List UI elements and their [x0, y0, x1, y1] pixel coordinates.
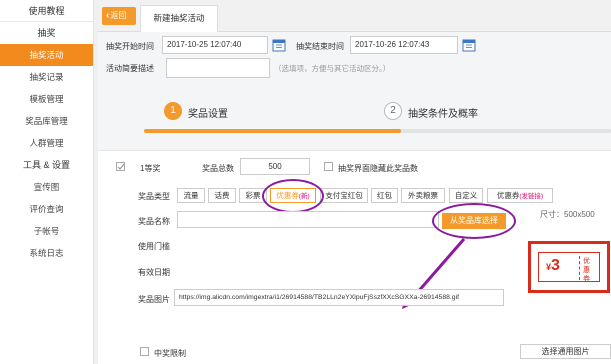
sidebar-item-audience[interactable]: 人群管理 [0, 132, 93, 154]
annotation-circle [432, 203, 516, 239]
sidebar-section-tools: 工具 & 设置 [22, 160, 70, 170]
sidebar-item-prize-library[interactable]: 奖品库管理 [0, 110, 93, 132]
sidebar-section-lottery: 抽奖 [37, 28, 56, 38]
sidebar-item-promo-images[interactable]: 宣传图 [0, 176, 93, 198]
win-limit-label: 中奖限制 [154, 349, 186, 358]
prize-type-redpacket[interactable]: 红包 [371, 188, 398, 203]
hide-count-checkbox[interactable] [324, 162, 333, 171]
calendar-icon[interactable] [462, 38, 476, 52]
prize-type-data[interactable]: 流量 [177, 188, 205, 203]
prize-total-input[interactable]: 500 [240, 158, 310, 175]
sidebar: 使用教程 抽奖 抽奖活动 抽奖记录 模板管理 奖品库管理 人群管理 工具 & 设… [0, 0, 94, 364]
back-button-label: 返回 [110, 11, 127, 20]
sidebar-item-sub-accounts[interactable]: 子帐号 [0, 220, 93, 242]
prize-type-coupon-link[interactable]: 优惠券(发链接) [487, 188, 553, 203]
prize-type-takeout-voucher[interactable]: 外卖粮票 [401, 188, 445, 203]
start-time-input[interactable]: 2017-10-25 12:07:40 [162, 36, 268, 54]
coupon-label: 优惠券 [583, 258, 590, 283]
prize-image-label: 奖品图片 [138, 295, 170, 304]
coupon-preview-image: ¥3 优惠券 [528, 241, 610, 293]
coupon-amount: ¥3 [546, 257, 560, 275]
image-size-hint: 尺寸：500x500 [540, 210, 595, 219]
check-icon [117, 163, 125, 170]
win-limit-checkbox[interactable] [140, 347, 149, 356]
sidebar-item-review-query[interactable]: 评价查询 [0, 198, 93, 220]
tab-new-lottery[interactable]: 新建抽奖活动 [140, 5, 218, 32]
coupon-separator [579, 256, 580, 280]
prize-name-input[interactable] [177, 211, 439, 228]
progress-fill [144, 129, 401, 133]
select-common-image-button[interactable]: 选择通用图片 [520, 344, 611, 359]
prize-name-label: 奖品名称 [138, 217, 170, 226]
step-2-number: 2 [384, 102, 402, 120]
step-1-label[interactable]: 奖品设置 [188, 105, 228, 120]
prize-enabled-checkbox[interactable] [116, 162, 125, 171]
step-2-label[interactable]: 抽奖条件及概率 [408, 105, 478, 120]
description-input[interactable] [166, 58, 270, 78]
hide-count-label: 抽奖界面隐藏此奖品数 [338, 164, 418, 173]
annotation-circle [262, 179, 324, 213]
back-button[interactable]: ‹返回 [102, 7, 136, 25]
progress-track [144, 129, 611, 133]
end-time-input[interactable]: 2017-10-26 12:07:43 [350, 36, 458, 54]
sidebar-tutorial-link[interactable]: 使用教程 [0, 0, 93, 22]
description-label: 活动简要描述 [106, 64, 154, 73]
step-indicator: 1 奖品设置 2 抽奖条件及概率 [144, 98, 611, 134]
main-panel: ‹返回 新建抽奖活动 抽奖开始时间 2017-10-25 12:07:40 抽奖… [98, 0, 611, 364]
prize-panel: 1等奖 奖品总数 500 抽奖界面隐藏此奖品数 奖品类型 流量 话费 彩票 优惠… [98, 150, 611, 364]
coupon-value: 3 [551, 257, 560, 274]
prize-type-alipay-redpacket[interactable]: 支付宝红包 [320, 188, 368, 203]
prize-level: 1等奖 [140, 164, 161, 173]
tab-bar: ‹返回 新建抽奖活动 [98, 0, 611, 32]
prize-total-label: 奖品总数 [202, 164, 234, 173]
end-time-label: 抽奖结束时间 [296, 42, 344, 51]
threshold-label: 使用门槛 [138, 242, 170, 251]
step-1-number: 1 [164, 102, 182, 120]
prize-type-label: 奖品类型 [138, 192, 170, 201]
calendar-icon[interactable] [272, 38, 286, 52]
sidebar-item-system-log[interactable]: 系统日志 [0, 242, 93, 264]
prize-type-phone-credit[interactable]: 话费 [208, 188, 236, 203]
chevron-left-icon: ‹ [106, 10, 110, 21]
description-hint: （选填项，方便与其它活动区分。） [274, 64, 391, 73]
prize-type-custom[interactable]: 自定义 [449, 188, 483, 203]
validity-label: 有效日期 [138, 268, 170, 277]
sidebar-item-templates[interactable]: 模板管理 [0, 88, 93, 110]
sidebar-item-lottery-records[interactable]: 抽奖记录 [0, 66, 93, 88]
coupon-preview-inner: ¥3 优惠券 [538, 252, 600, 283]
coupon-link-label: 优惠券 [496, 191, 520, 200]
start-time-label: 抽奖开始时间 [106, 42, 154, 51]
link-tag: (发链接) [519, 193, 544, 200]
sidebar-item-lottery-activity[interactable]: 抽奖活动 [0, 44, 93, 66]
prize-image-url-input[interactable]: https://img.alicdn.com/imgextra/i1/26914… [174, 289, 504, 306]
